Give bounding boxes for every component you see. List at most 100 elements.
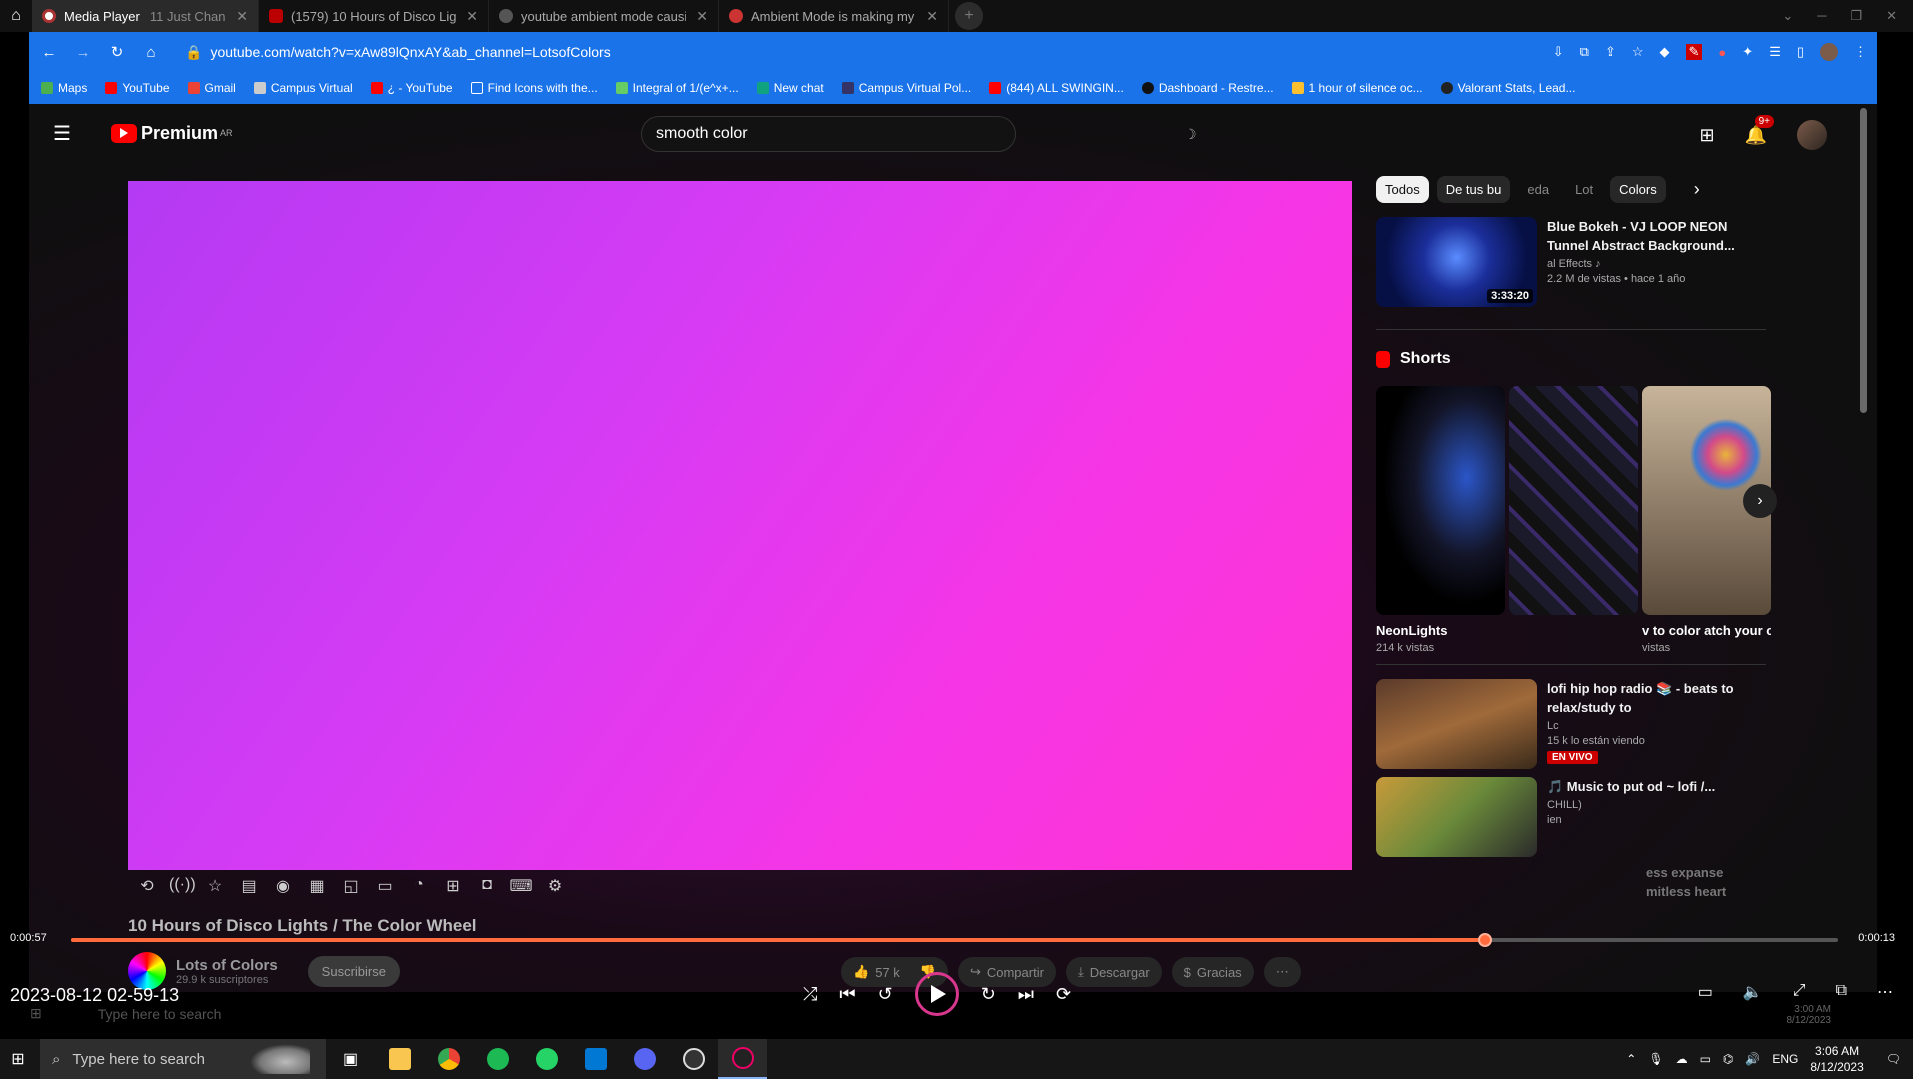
media-player-taskbar-icon[interactable] bbox=[718, 1039, 767, 1079]
volume-icon[interactable]: 🔊 bbox=[1745, 1052, 1760, 1066]
side-panel-icon[interactable]: ▯ bbox=[1797, 44, 1804, 60]
fullscreen-icon[interactable]: ⤢ bbox=[1793, 982, 1806, 1002]
pip-icon[interactable]: ◱ bbox=[339, 876, 363, 896]
reload-icon[interactable]: ↻ bbox=[107, 43, 127, 61]
menu-icon[interactable]: ☰ bbox=[53, 121, 77, 146]
eye-icon[interactable]: ◉ bbox=[271, 876, 295, 896]
avatar[interactable] bbox=[1797, 120, 1827, 150]
bookmark-youtube-2[interactable]: ¿ - YouTube bbox=[370, 81, 453, 95]
chip-todos[interactable]: Todos bbox=[1376, 176, 1429, 203]
mail-icon[interactable] bbox=[571, 1039, 620, 1079]
volume-icon[interactable]: 🔈 bbox=[1743, 982, 1763, 1002]
short-item[interactable]: NeonLights 214 k vistas bbox=[1376, 386, 1505, 654]
close-icon[interactable]: ✕ bbox=[236, 8, 248, 25]
back-icon[interactable]: ← bbox=[39, 44, 59, 61]
playlist-icon[interactable]: ▤ bbox=[237, 876, 261, 896]
star-icon[interactable]: ☆ bbox=[203, 876, 227, 896]
install-icon[interactable]: ⇩ bbox=[1553, 44, 1564, 60]
bookmark-campus-virtual-pol[interactable]: Campus Virtual Pol... bbox=[841, 81, 971, 95]
short-item[interactable]: v to color atch your out... vistas bbox=[1642, 386, 1771, 654]
clear-icon[interactable]: ☽ bbox=[1184, 126, 1197, 143]
extension-icon[interactable]: ● bbox=[1718, 45, 1726, 60]
chrome-icon[interactable] bbox=[424, 1039, 473, 1079]
rec-video-music[interactable]: 🎵 Music to put od ~ lofi /... CHILL) ien bbox=[1376, 777, 1766, 857]
close-icon[interactable]: ✕ bbox=[926, 8, 938, 25]
bookmark-silence[interactable]: 1 hour of silence oc... bbox=[1291, 81, 1423, 95]
bookmark-swingin[interactable]: (844) ALL SWINGIN... bbox=[989, 81, 1124, 95]
rec-title[interactable]: 🎵 Music to put od ~ lofi /... bbox=[1547, 777, 1715, 796]
share-icon[interactable]: ⇪ bbox=[1605, 44, 1616, 60]
keyboard-icon[interactable]: ⌨ bbox=[509, 876, 533, 896]
repeat-off-icon[interactable]: ⟳ bbox=[1056, 984, 1071, 1005]
chip-colors[interactable]: Colors bbox=[1610, 176, 1666, 203]
spotify-icon[interactable] bbox=[473, 1039, 522, 1079]
menu-icon[interactable]: ⋮ bbox=[1854, 44, 1867, 60]
reading-list-icon[interactable]: ☰ bbox=[1769, 44, 1781, 60]
speed-icon[interactable]: ◔ bbox=[407, 876, 431, 896]
broadcast-icon[interactable]: ((·)) bbox=[169, 876, 196, 896]
forward-30-icon[interactable]: ↻ bbox=[981, 984, 996, 1005]
more-icon[interactable]: ⋯ bbox=[1877, 982, 1893, 1002]
rec-title[interactable]: ess expanse mitless heart bbox=[1646, 863, 1756, 901]
display-icon[interactable]: ▭ bbox=[1700, 1052, 1711, 1066]
add-icon[interactable]: ⊞ bbox=[441, 876, 465, 896]
close-icon[interactable]: ✕ bbox=[696, 8, 708, 25]
film-icon[interactable]: ▦ bbox=[305, 876, 329, 896]
chip-search-cont[interactable]: eda bbox=[1518, 176, 1558, 203]
minimize-icon[interactable]: ─ bbox=[1817, 8, 1826, 24]
video-thumbnail[interactable]: 3:33:20 bbox=[1376, 217, 1537, 307]
taskbar-search[interactable]: ⌕ Type here to search bbox=[40, 1039, 326, 1079]
task-view-icon[interactable]: ▣ bbox=[326, 1039, 375, 1079]
rec-video-lofi[interactable]: lofi hip hop radio 📚 - beats to relax/st… bbox=[1376, 679, 1766, 769]
repeat-icon[interactable]: ⟲ bbox=[135, 876, 159, 896]
bookmark-new-chat[interactable]: New chat bbox=[756, 81, 824, 95]
rec-video-blue-bokeh[interactable]: 3:33:20 Blue Bokeh - VJ LOOP NEON Tunnel… bbox=[1376, 217, 1766, 307]
new-tab-button[interactable]: + bbox=[955, 2, 983, 30]
chip-lot[interactable]: Lot bbox=[1566, 176, 1602, 203]
short-thumbnail[interactable] bbox=[1376, 386, 1505, 615]
url-field[interactable]: 🔒 youtube.com/watch?v=xAw89lQnxAY&ab_cha… bbox=[185, 44, 611, 61]
seek-bar[interactable] bbox=[71, 933, 1838, 947]
chevron-down-icon[interactable]: ⌄ bbox=[1782, 8, 1793, 24]
close-icon[interactable]: ✕ bbox=[466, 8, 478, 25]
tab-disco-lights[interactable]: (1579) 10 Hours of Disco Lights ✕ bbox=[259, 0, 489, 32]
close-icon[interactable]: ✕ bbox=[1886, 8, 1897, 24]
translate-icon[interactable]: ⧉ bbox=[1580, 44, 1589, 60]
rewind-10-icon[interactable]: ↺ bbox=[878, 984, 893, 1005]
star-icon[interactable]: ☆ bbox=[1632, 44, 1644, 60]
shuffle-icon[interactable]: ⤮ bbox=[803, 984, 817, 1005]
chevron-up-icon[interactable]: ⌃ bbox=[1626, 1052, 1636, 1066]
discord-icon[interactable] bbox=[620, 1039, 669, 1079]
camera-icon[interactable]: ◘ bbox=[475, 876, 499, 896]
chevron-right-icon[interactable]: › bbox=[1694, 179, 1700, 200]
next-icon[interactable]: ⏭ bbox=[1018, 984, 1034, 1005]
obs-icon[interactable] bbox=[669, 1039, 718, 1079]
bookmark-maps[interactable]: Maps bbox=[41, 81, 87, 95]
notifications-icon[interactable]: 🗨 bbox=[1886, 1052, 1901, 1066]
subtitles-icon[interactable]: ▭ bbox=[1698, 982, 1713, 1002]
scrollbar[interactable] bbox=[1860, 108, 1867, 413]
search-input[interactable]: smooth color bbox=[641, 116, 1016, 152]
rec-title[interactable]: lofi hip hop radio 📚 - beats to relax/st… bbox=[1547, 679, 1766, 717]
chip-search[interactable]: De tus bu bbox=[1436, 176, 1511, 203]
tab-ambient-mode-search[interactable]: youtube ambient mode causing ✕ bbox=[489, 0, 719, 32]
bookmark-youtube[interactable]: YouTube bbox=[105, 81, 170, 95]
restore-icon[interactable]: ❐ bbox=[1850, 8, 1862, 24]
miniplayer-icon[interactable]: ⧉ bbox=[1836, 982, 1847, 1002]
puzzle-icon[interactable]: ✦ bbox=[1742, 44, 1753, 60]
whatsapp-icon[interactable] bbox=[522, 1039, 571, 1079]
video-player[interactable] bbox=[128, 181, 1352, 870]
short-item[interactable] bbox=[1509, 386, 1638, 654]
forward-icon[interactable]: → bbox=[73, 44, 93, 61]
theater-icon[interactable]: ▭ bbox=[373, 876, 397, 896]
youtube-logo[interactable]: Premium AR bbox=[111, 123, 233, 144]
bookmark-valorant[interactable]: Valorant Stats, Lead... bbox=[1440, 81, 1575, 95]
rec-title[interactable]: Blue Bokeh - VJ LOOP NEON Tunnel Abstrac… bbox=[1547, 217, 1766, 255]
language-indicator[interactable]: ENG bbox=[1772, 1052, 1798, 1066]
clock[interactable]: 3:06 AM 8/12/2023 bbox=[1810, 1043, 1863, 1075]
file-explorer-icon[interactable] bbox=[375, 1039, 424, 1079]
gear-icon[interactable]: ⚙ bbox=[543, 876, 567, 896]
tab-media-player[interactable]: Media Player 11 Just Change ✕ bbox=[32, 0, 259, 32]
mic-icon[interactable]: 🎙 bbox=[1648, 1052, 1663, 1066]
seek-handle[interactable] bbox=[1477, 933, 1492, 947]
